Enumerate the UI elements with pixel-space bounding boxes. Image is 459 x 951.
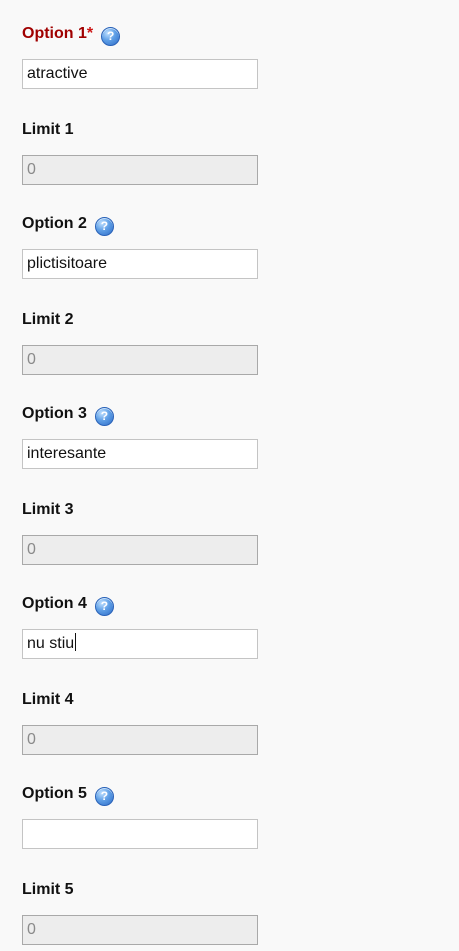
limit-5-input: 0 bbox=[22, 915, 258, 945]
option-4-label-text: Option 4 bbox=[22, 595, 87, 612]
limit-3-label: Limit 3 bbox=[22, 501, 74, 518]
help-icon[interactable]: ? bbox=[101, 27, 121, 46]
limit-2-label: Limit 2 bbox=[22, 311, 74, 328]
option-2-input[interactable]: plictisitoare bbox=[22, 249, 258, 279]
option-4-input[interactable]: nu stiu bbox=[22, 629, 258, 659]
text-cursor bbox=[75, 633, 77, 651]
option-3-input[interactable]: interesante bbox=[22, 439, 258, 469]
help-icon[interactable]: ? bbox=[94, 407, 114, 426]
option-4-input-value: nu stiu bbox=[27, 635, 75, 652]
option-2-label: Option 2? bbox=[22, 214, 114, 236]
option-5-input[interactable] bbox=[22, 819, 258, 849]
limit-5-label: Limit 5 bbox=[22, 881, 74, 898]
options-form: Option 1*? atractive Limit 1 0 Option 2?… bbox=[0, 0, 459, 951]
option-5-label: Option 5? bbox=[22, 784, 114, 806]
option-3-label-text: Option 3 bbox=[22, 405, 87, 422]
help-icon[interactable]: ? bbox=[94, 787, 114, 806]
option-4-label: Option 4? bbox=[22, 594, 114, 616]
help-icon[interactable]: ? bbox=[94, 597, 114, 616]
limit-3-input: 0 bbox=[22, 535, 258, 565]
limit-1-label: Limit 1 bbox=[22, 121, 74, 138]
option-1-label-text: Option 1 bbox=[22, 25, 87, 42]
help-icon[interactable]: ? bbox=[94, 217, 114, 236]
limit-1-input: 0 bbox=[22, 155, 258, 185]
limit-4-label: Limit 4 bbox=[22, 691, 74, 708]
option-1-label: Option 1*? bbox=[22, 24, 121, 46]
limit-4-input: 0 bbox=[22, 725, 258, 755]
option-1-input[interactable]: atractive bbox=[22, 59, 258, 89]
option-2-label-text: Option 2 bbox=[22, 215, 87, 232]
option-5-label-text: Option 5 bbox=[22, 785, 87, 802]
required-asterisk: * bbox=[86, 25, 94, 42]
limit-2-input: 0 bbox=[22, 345, 258, 375]
option-3-label: Option 3? bbox=[22, 404, 114, 426]
